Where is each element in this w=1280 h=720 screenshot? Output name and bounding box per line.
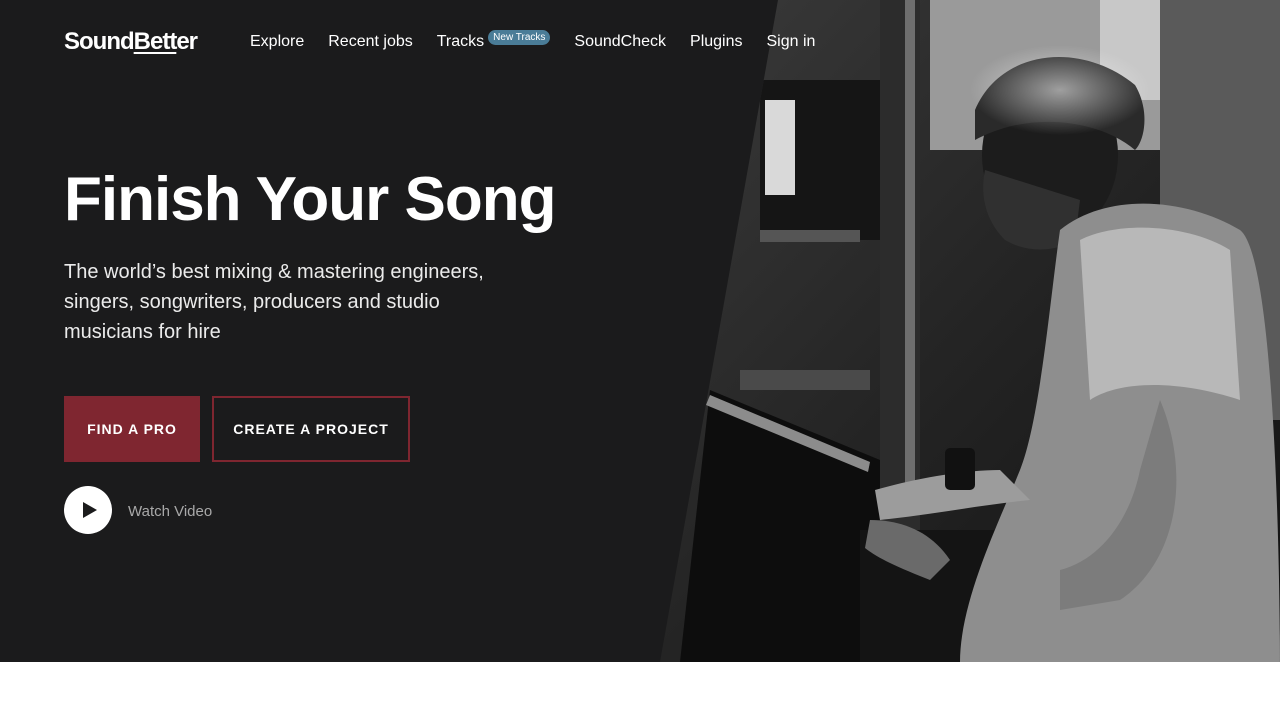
hero-subtitle: The world’s best mixing & mastering engi… xyxy=(64,261,484,343)
logo-text-suffix: er xyxy=(176,28,198,55)
nav-label: Recent jobs xyxy=(328,33,413,50)
hero-section: SoundBetter Explore Recent jobs Tracks Ne… xyxy=(0,0,1280,662)
nav-plugins[interactable]: Plugins xyxy=(690,32,742,52)
find-a-pro-button[interactable]: FIND A PRO xyxy=(64,396,200,462)
nav-label: Tracks xyxy=(436,33,485,50)
main-nav: Explore Recent jobs Tracks New Tracks Sou… xyxy=(250,30,839,52)
create-a-project-button[interactable]: CREATE A PROJECT xyxy=(212,396,410,462)
find-a-pro-label: FIND A PRO xyxy=(87,421,177,437)
below-hero-section xyxy=(0,662,1280,720)
play-icon xyxy=(82,502,97,518)
logo-text-underlined: Bett xyxy=(133,28,178,55)
soundbetter-logo[interactable]: SoundBetter xyxy=(64,28,198,56)
nav-label: Explore xyxy=(250,33,305,50)
hero-title: Finish Your Song xyxy=(64,165,556,234)
logo-text: Sound xyxy=(64,28,135,55)
nav-recent-jobs[interactable]: Recent jobs xyxy=(328,32,413,52)
play-video-button[interactable] xyxy=(64,486,112,534)
watch-video-link[interactable]: Watch Video xyxy=(128,503,212,521)
nav-label: SoundCheck xyxy=(574,33,667,50)
nav-label: Plugins xyxy=(690,33,743,50)
nav-label: Sign in xyxy=(766,33,816,50)
nav-explore[interactable]: Explore xyxy=(250,32,304,52)
nav-sign-in[interactable]: Sign in xyxy=(767,32,816,52)
nav-soundcheck[interactable]: SoundCheck xyxy=(574,32,666,52)
nav-tracks[interactable]: Tracks New Tracks xyxy=(436,30,551,52)
new-tracks-badge: New Tracks xyxy=(488,30,551,45)
create-a-project-label: CREATE A PROJECT xyxy=(233,421,389,437)
